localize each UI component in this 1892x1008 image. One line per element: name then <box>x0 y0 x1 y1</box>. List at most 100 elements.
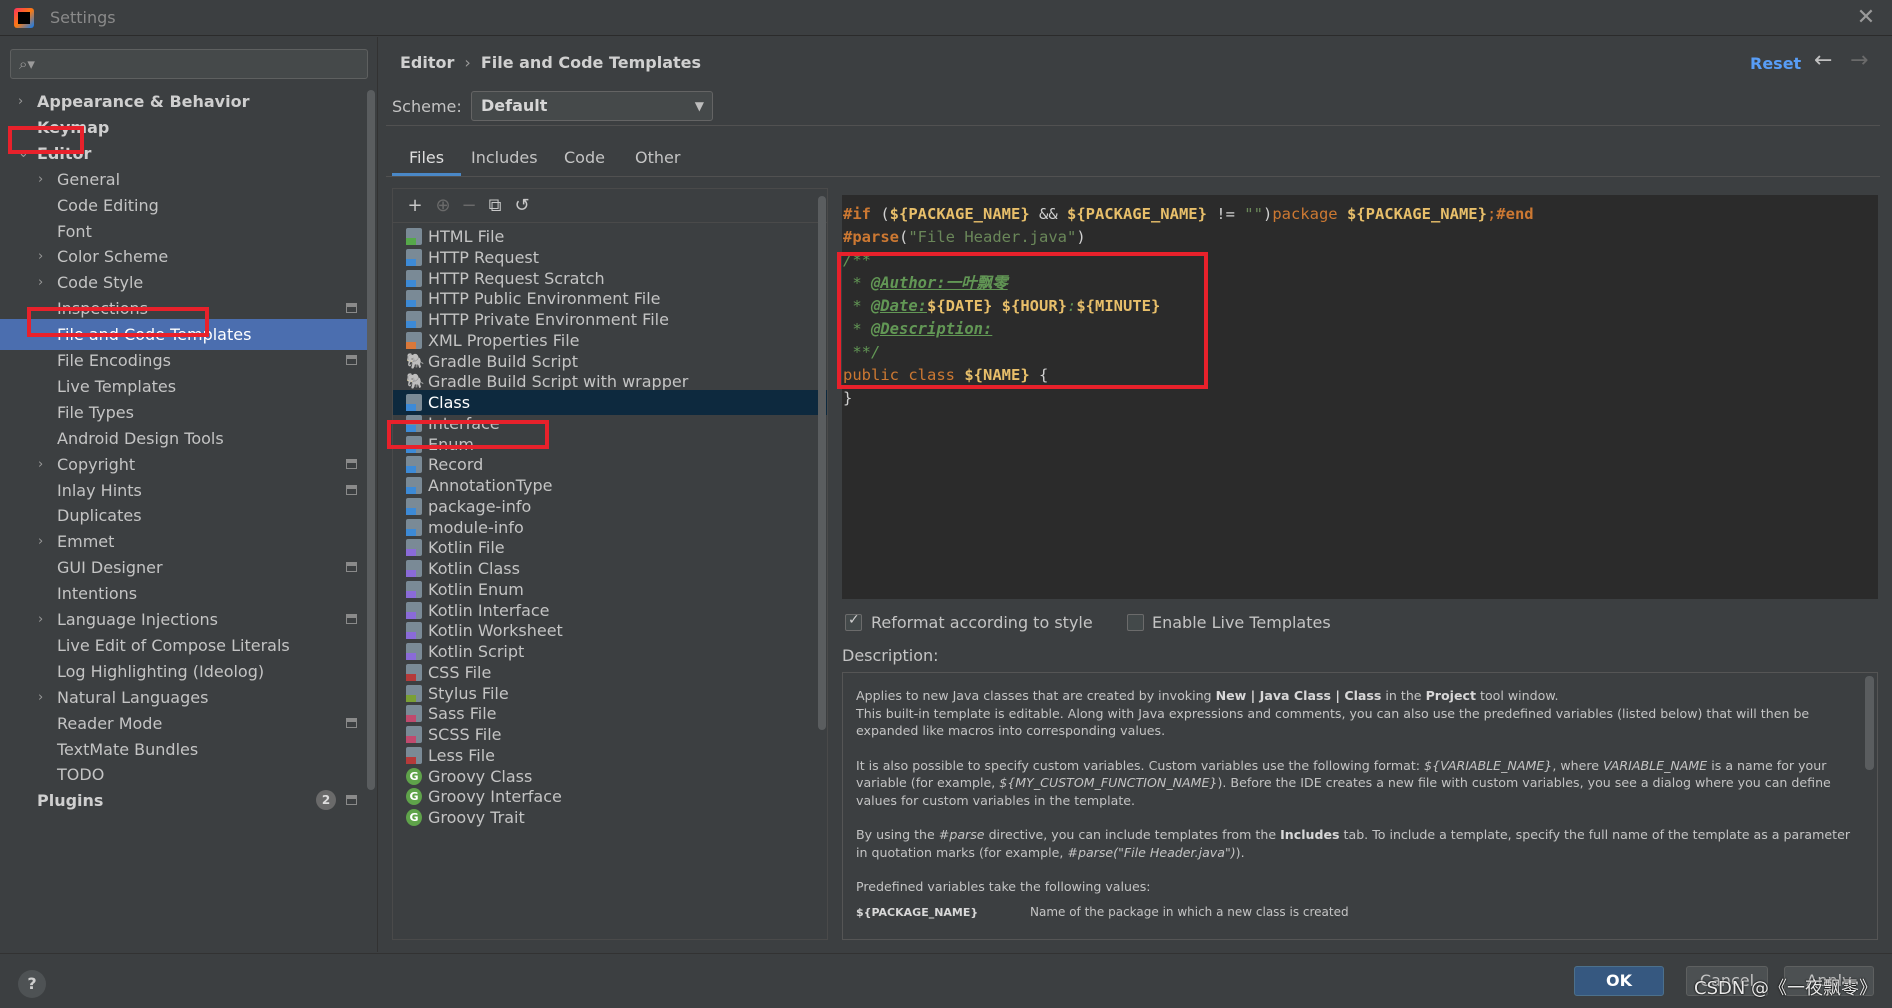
java-file-icon <box>406 394 422 411</box>
sidebar-item-label: File and Code Templates <box>57 325 252 345</box>
sidebar-item-label: Live Edit of Compose Literals <box>57 635 290 655</box>
description-scrollbar[interactable] <box>1865 676 1874 770</box>
search-icon: ⌕▾ <box>19 55 35 73</box>
reset-link[interactable]: Reset <box>1750 54 1801 73</box>
search-input[interactable]: ⌕▾ <box>10 49 368 79</box>
xml-file-icon <box>406 331 422 349</box>
template-label: Sass File <box>428 704 497 724</box>
ok-button[interactable]: OK <box>1574 966 1664 996</box>
sidebar-item-label: Code Editing <box>57 195 159 215</box>
code-token: ${DATE} <box>927 297 993 315</box>
template-label: Kotlin Script <box>428 642 525 661</box>
header-divider <box>386 125 1880 126</box>
code-token: ${PACKAGE_NAME} <box>889 205 1030 223</box>
sidebar-item-label: Code Style <box>57 273 144 293</box>
sidebar-item-label: TextMate Bundles <box>57 739 199 759</box>
template-list-item[interactable]: G Groovy Trait <box>393 805 827 830</box>
code-token: ${NAME} <box>964 366 1030 384</box>
code-line: } <box>843 384 852 412</box>
intellij-logo-icon <box>14 8 34 28</box>
java-file-icon <box>406 414 422 432</box>
gradle-file-icon: 🐘 <box>406 351 425 370</box>
kotlin-file-icon <box>406 622 422 640</box>
template-label: XML Properties File <box>428 330 580 350</box>
template-label: HTTP Private Environment File <box>428 310 669 329</box>
code-token: "" <box>1244 205 1263 223</box>
remove-icon: − <box>461 195 477 216</box>
sidebar-item-label: Plugins <box>37 791 104 811</box>
project-settings-icon <box>346 484 357 495</box>
sidebar-item-label: TODO <box>57 765 105 785</box>
sidebar-item-label: Color Scheme <box>57 247 169 267</box>
template-list-toolbar: + ⊕ − ⧉ ↺ <box>393 189 827 223</box>
http-file-icon <box>406 248 422 266</box>
code-token: #parse <box>843 228 899 246</box>
variable-name: ${PACKAGE_NAME} <box>856 905 979 919</box>
code-token: public class <box>843 366 965 384</box>
sidebar-item-label: Reader Mode <box>57 713 163 733</box>
tab-code[interactable]: Code <box>547 140 622 176</box>
description-paragraph-4: Predefined variables take the following … <box>856 879 1151 894</box>
sidebar-scrollbar[interactable] <box>367 90 375 790</box>
java-file-icon <box>406 456 422 474</box>
html-file-icon <box>406 228 422 245</box>
scheme-dropdown[interactable]: Default ▼ <box>471 91 713 121</box>
add-child-icon: ⊕ <box>435 195 451 216</box>
code-token: != <box>1206 205 1245 223</box>
java-file-icon <box>406 477 422 494</box>
code-token: "File Header.java" <box>908 228 1077 246</box>
code-token: #if <box>843 205 871 223</box>
code-token: ${HOUR} <box>1001 297 1067 315</box>
back-arrow-icon[interactable]: ← <box>1814 48 1832 73</box>
template-label: HTTP Public Environment File <box>428 289 661 309</box>
template-label: Groovy Class <box>428 766 533 786</box>
enable-live-templates-checkbox[interactable] <box>1127 614 1144 631</box>
csdn-watermark: CSDN @《一夜飘零》 <box>1694 978 1878 999</box>
http-file-icon <box>406 269 422 287</box>
code-token: #end <box>1496 205 1534 223</box>
code-token: @Author:一叶飘零 <box>871 274 1008 292</box>
template-list-scrollbar[interactable] <box>818 196 826 730</box>
chevron-down-icon: ▼ <box>694 99 704 113</box>
template-code-editor[interactable]: #if (${PACKAGE_NAME} && ${PACKAGE_NAME} … <box>842 195 1878 599</box>
tab-includes[interactable]: Includes <box>454 140 555 176</box>
forward-arrow-icon: → <box>1850 48 1869 73</box>
code-line: public class ${NAME} { <box>843 361 1048 389</box>
code-token: } <box>843 389 853 407</box>
template-label: Kotlin Class <box>428 559 520 578</box>
project-settings-icon <box>346 562 357 573</box>
template-label: Stylus File <box>428 683 509 703</box>
kotlin-file-icon <box>406 643 422 660</box>
settings-sidebar: ⌕▾ › Appearance & Behavior Keymap ⌄ Editor › G… <box>0 37 378 952</box>
template-label: Kotlin Interface <box>428 600 550 620</box>
java-file-icon <box>406 435 422 453</box>
revert-icon[interactable]: ↺ <box>510 194 534 218</box>
tab-files[interactable]: Files <box>392 140 462 176</box>
reformat-checkbox[interactable] <box>845 612 862 631</box>
template-label: HTTP Request Scratch <box>428 268 605 288</box>
description-heading: Description: <box>842 646 939 665</box>
sidebar-item-label: Inlay Hints <box>57 480 142 500</box>
reformat-label: Reformat according to style <box>871 613 1093 632</box>
sidebar-item-label: Appearance & Behavior <box>37 92 250 111</box>
code-line: #parse("File Header.java") <box>843 223 1086 251</box>
template-label: Less File <box>428 745 496 765</box>
sidebar-item-label: GUI Designer <box>57 558 163 578</box>
tab-other[interactable]: Other <box>618 140 697 176</box>
close-icon[interactable]: ✕ <box>1852 4 1880 32</box>
breadcrumb-editor[interactable]: Editor <box>400 53 454 72</box>
code-token: { <box>1029 366 1049 384</box>
description-panel: Applies to new Java classes that are cre… <box>842 672 1878 940</box>
copy-icon[interactable]: ⧉ <box>483 194 507 218</box>
project-settings-icon <box>346 303 357 314</box>
title-bar: Settings ✕ <box>0 0 1892 36</box>
add-icon[interactable]: + <box>403 194 427 218</box>
help-button[interactable]: ? <box>18 970 46 998</box>
code-token: ) <box>1262 205 1273 223</box>
sidebar-item-plugins[interactable]: Plugins 2 <box>0 785 372 816</box>
code-token: && <box>1029 205 1067 223</box>
sidebar-item-label: Duplicates <box>57 506 142 526</box>
template-label: CSS File <box>428 662 492 682</box>
code-token: **/ <box>843 343 881 361</box>
